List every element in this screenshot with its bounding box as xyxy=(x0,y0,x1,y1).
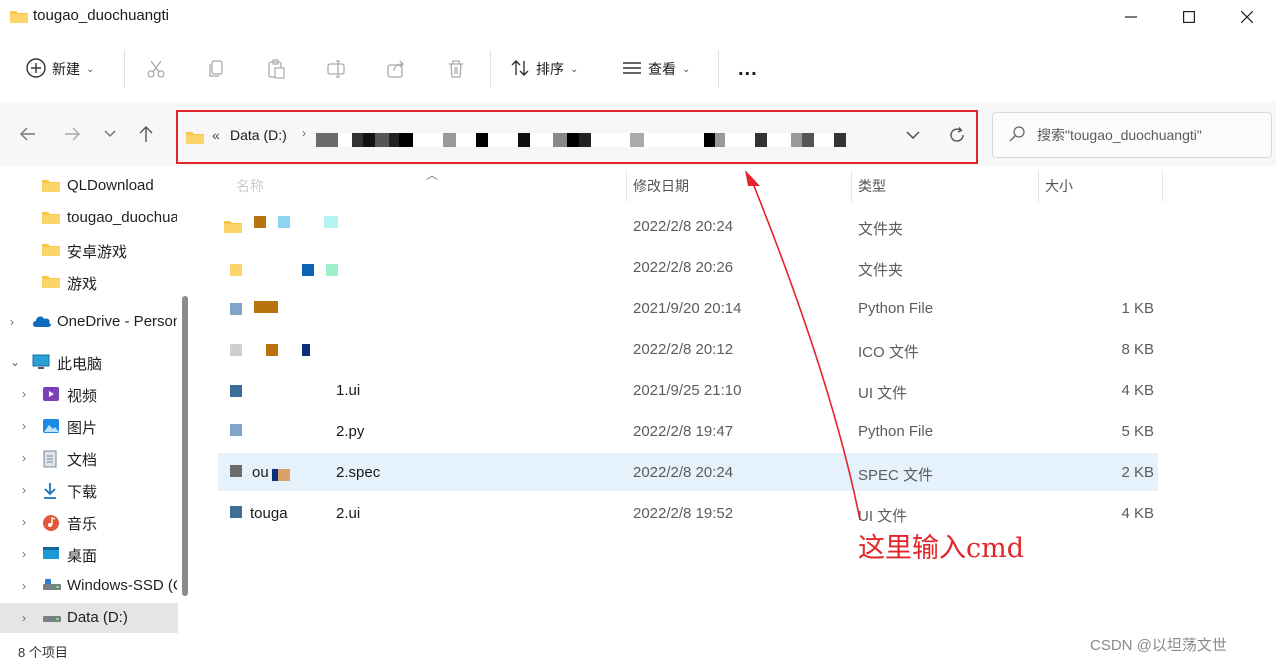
annotation-arrow xyxy=(745,170,861,521)
watermark: CSDN @以坦荡文世 xyxy=(1090,637,1227,654)
annotation-text: 这里输入cmd xyxy=(858,533,1025,564)
